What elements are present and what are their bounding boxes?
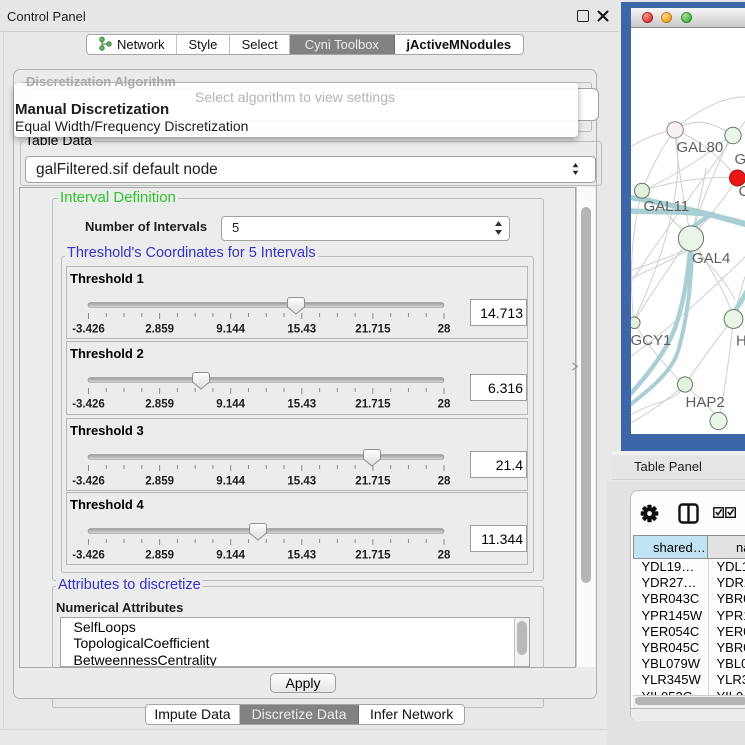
svg-text:28: 28 — [438, 549, 451, 561]
svg-text:21.715: 21.715 — [355, 323, 391, 335]
svg-text:28: 28 — [438, 475, 451, 487]
svg-text:-3.426: -3.426 — [72, 549, 105, 561]
svg-text:GAL11: GAL11 — [643, 198, 689, 215]
svg-text:9.144: 9.144 — [216, 549, 245, 561]
svg-text:HIS4: HIS4 — [736, 333, 745, 350]
svg-text:-3.426: -3.426 — [72, 323, 105, 335]
svg-text:21.715: 21.715 — [355, 475, 391, 487]
svg-text:28: 28 — [438, 323, 451, 335]
svg-text:15.43: 15.43 — [287, 549, 316, 561]
svg-text:21.715: 21.715 — [355, 399, 391, 411]
svg-text:CRZ1: CRZ1 — [738, 183, 745, 200]
svg-text:-3.426: -3.426 — [72, 399, 105, 411]
svg-text:9.144: 9.144 — [216, 399, 245, 411]
svg-text:2.859: 2.859 — [145, 475, 174, 487]
svg-text:-3.426: -3.426 — [72, 475, 105, 487]
svg-text:2.859: 2.859 — [145, 323, 174, 335]
svg-text:15.43: 15.43 — [287, 475, 316, 487]
svg-text:9.144: 9.144 — [216, 475, 245, 487]
svg-text:28: 28 — [438, 399, 451, 411]
svg-text:GAL80: GAL80 — [676, 139, 723, 156]
svg-text:2.859: 2.859 — [145, 399, 174, 411]
svg-text:15.43: 15.43 — [287, 323, 316, 335]
svg-text:9.144: 9.144 — [216, 323, 245, 335]
svg-text:21.715: 21.715 — [355, 549, 391, 561]
svg-text:GCY1: GCY1 — [631, 332, 671, 349]
svg-text:HAP2: HAP2 — [685, 394, 724, 411]
svg-text:GAL4: GAL4 — [692, 250, 730, 267]
svg-text:2.859: 2.859 — [145, 549, 174, 561]
svg-text:15.43: 15.43 — [287, 399, 316, 411]
svg-text:GAL2: GAL2 — [734, 151, 745, 168]
